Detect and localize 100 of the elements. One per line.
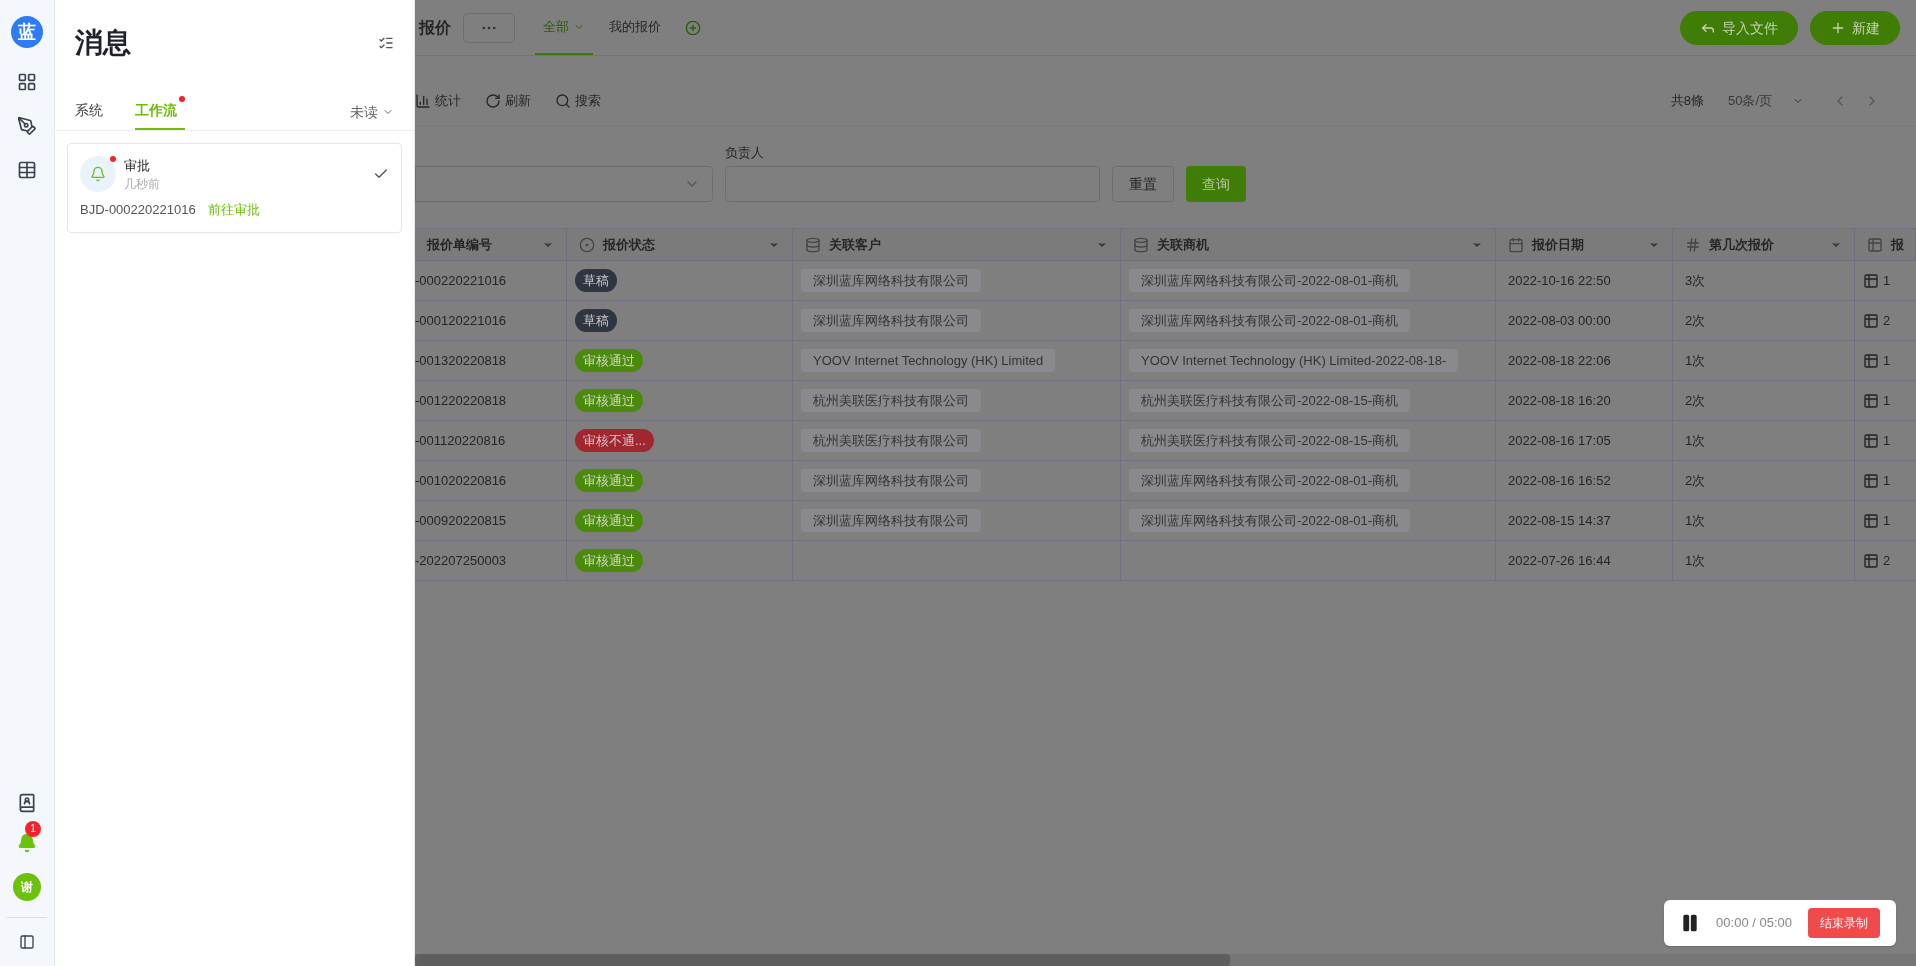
grid-icon[interactable] <box>17 72 37 92</box>
column-header[interactable]: 报 <box>1855 229 1916 260</box>
select-field[interactable] <box>415 166 713 202</box>
total-count: 共8條 <box>1670 91 1704 110</box>
opportunity-tag[interactable]: 深圳蓝库网络科技有限公司-2022-08-01-商机 <box>1129 508 1411 533</box>
table-cell: 2次 <box>1673 461 1855 500</box>
status-badge: 审核通过 <box>575 468 643 493</box>
column-header[interactable]: 报价状态 <box>567 229 793 260</box>
table-cell: 2022-08-16 16:52 <box>1496 461 1673 500</box>
app-logo[interactable]: 蓝 <box>11 16 43 48</box>
status-badge: 审核通过 <box>575 548 643 573</box>
new-button[interactable]: 新建 <box>1810 10 1900 45</box>
database-icon <box>805 236 821 253</box>
notification-badge: 1 <box>25 821 41 837</box>
toolbar-button[interactable]: 刷新 <box>485 90 531 111</box>
table-icon[interactable] <box>17 160 37 180</box>
table-cell: 1次 <box>1673 341 1855 380</box>
customer-tag[interactable]: 深圳蓝库网络科技有限公司 <box>801 508 981 533</box>
user-avatar[interactable]: 谢 <box>13 873 41 901</box>
table-cell-text: 1 <box>1883 391 1891 410</box>
panel-tab[interactable]: 工作流 <box>135 96 185 130</box>
table-icon <box>1863 312 1879 329</box>
customer-tag[interactable]: YOOV Internet Technology (HK) Limited <box>801 348 1056 373</box>
message-card[interactable]: 审批 几秒前 BJD-000220221016 前往审批 <box>67 143 402 233</box>
reset-button[interactable]: 重置 <box>1112 166 1174 202</box>
table-icon <box>1863 552 1879 569</box>
column-header[interactable]: 报价单编号 <box>415 229 567 260</box>
tools-icon[interactable] <box>17 116 37 136</box>
contacts-icon[interactable] <box>17 793 37 813</box>
horizontal-scrollbar[interactable] <box>415 954 1916 966</box>
mark-read-icon[interactable] <box>378 35 394 51</box>
table-icon <box>1863 272 1879 289</box>
opportunity-tag[interactable]: 杭州美联医疗科技有限公司-2022-08-15-商机 <box>1129 388 1411 413</box>
import-button[interactable]: 导入文件 <box>1680 10 1798 45</box>
table-cell: 2022-08-15 14:37 <box>1496 501 1673 540</box>
table-cell: 2022-08-16 17:05 <box>1496 421 1673 460</box>
status-badge: 审核不通... <box>575 428 654 453</box>
toolbar-button[interactable]: 搜索 <box>555 90 601 111</box>
message-time: 几秒前 <box>124 175 161 192</box>
status-badge: 草稿 <box>575 308 617 333</box>
column-header[interactable]: 第几次报价 <box>1673 229 1855 260</box>
table-cell: 2次 <box>1673 301 1855 340</box>
refresh-icon <box>485 92 501 109</box>
bell-icon[interactable] <box>17 833 37 853</box>
query-button[interactable]: 查询 <box>1186 166 1246 202</box>
panel-tab[interactable]: 系统 <box>75 96 111 130</box>
hash-icon <box>1685 236 1701 253</box>
customer-tag[interactable]: 深圳蓝库网络科技有限公司 <box>801 268 981 293</box>
table-cell: -001220220818 <box>415 381 567 420</box>
opportunity-tag[interactable]: 深圳蓝库网络科技有限公司-2022-08-01-商机 <box>1129 308 1411 333</box>
view-tab[interactable]: 我的报价 <box>601 0 669 55</box>
recording-time: 00:00 / 05:00 <box>1716 914 1792 933</box>
status-badge: 审核通过 <box>575 388 643 413</box>
collapse-icon[interactable] <box>19 934 35 950</box>
table-cell-text: 1 <box>1883 471 1891 490</box>
customer-tag[interactable]: 深圳蓝库网络科技有限公司 <box>801 468 981 493</box>
table-icon <box>1863 432 1879 449</box>
table-cell: -202207250003 <box>415 541 567 580</box>
table-icon <box>1867 236 1883 253</box>
table-icon <box>1863 352 1879 369</box>
record-code: BJD-000220221016 <box>80 201 196 219</box>
opportunity-tag[interactable]: 杭州美联医疗科技有限公司-2022-08-15-商机 <box>1129 428 1411 453</box>
opportunity-tag[interactable]: 深圳蓝库网络科技有限公司-2022-08-01-商机 <box>1129 468 1411 493</box>
opportunity-tag[interactable]: 深圳蓝库网络科技有限公司-2022-08-01-商机 <box>1129 268 1411 293</box>
panel-title: 消息 <box>75 26 131 60</box>
table-cell: -000220221016 <box>415 261 567 300</box>
table-cell: 1次 <box>1673 421 1855 460</box>
table-cell: -001320220818 <box>415 341 567 380</box>
add-view-icon[interactable] <box>685 19 701 36</box>
table-cell: 2022-08-03 00:00 <box>1496 301 1673 340</box>
status-badge: 草稿 <box>575 268 617 293</box>
bell-icon <box>90 166 106 182</box>
stop-recording-button[interactable]: 结束录制 <box>1808 908 1880 938</box>
table-cell: 2022-08-18 22:06 <box>1496 341 1673 380</box>
toolbar-button[interactable]: 统计 <box>415 90 461 111</box>
page-size-select[interactable]: 50条/页 <box>1716 87 1816 114</box>
column-header[interactable]: 关联客户 <box>793 229 1121 260</box>
calendar-icon <box>1508 236 1524 253</box>
view-tab[interactable]: 全部 <box>535 0 593 55</box>
table-cell-text: 1 <box>1883 511 1891 530</box>
table-cell: 3次 <box>1673 261 1855 300</box>
approve-link[interactable]: 前往审批 <box>207 200 260 220</box>
unread-filter[interactable]: 未读 <box>350 102 394 130</box>
status-badge: 审核通过 <box>575 348 643 373</box>
column-header[interactable]: 关联商机 <box>1121 229 1496 260</box>
search-icon <box>555 92 571 109</box>
status-badge: 审核通过 <box>575 508 643 533</box>
table-cell: 2022-07-26 16:44 <box>1496 541 1673 580</box>
table-icon <box>1863 512 1879 529</box>
customer-tag[interactable]: 深圳蓝库网络科技有限公司 <box>801 308 981 333</box>
table-cell: -001020220816 <box>415 461 567 500</box>
opportunity-tag[interactable]: YOOV Internet Technology (HK) Limited-2022-08-18- <box>1129 348 1459 373</box>
page-title: 报价 <box>419 17 451 38</box>
database-icon <box>1133 236 1149 253</box>
column-header[interactable]: 报价日期 <box>1496 229 1673 260</box>
table-cell: 1次 <box>1673 541 1855 580</box>
customer-tag[interactable]: 杭州美联医疗科技有限公司 <box>801 428 981 453</box>
circle-icon <box>579 236 595 253</box>
table-icon <box>1863 472 1879 489</box>
customer-tag[interactable]: 杭州美联医疗科技有限公司 <box>801 388 981 413</box>
